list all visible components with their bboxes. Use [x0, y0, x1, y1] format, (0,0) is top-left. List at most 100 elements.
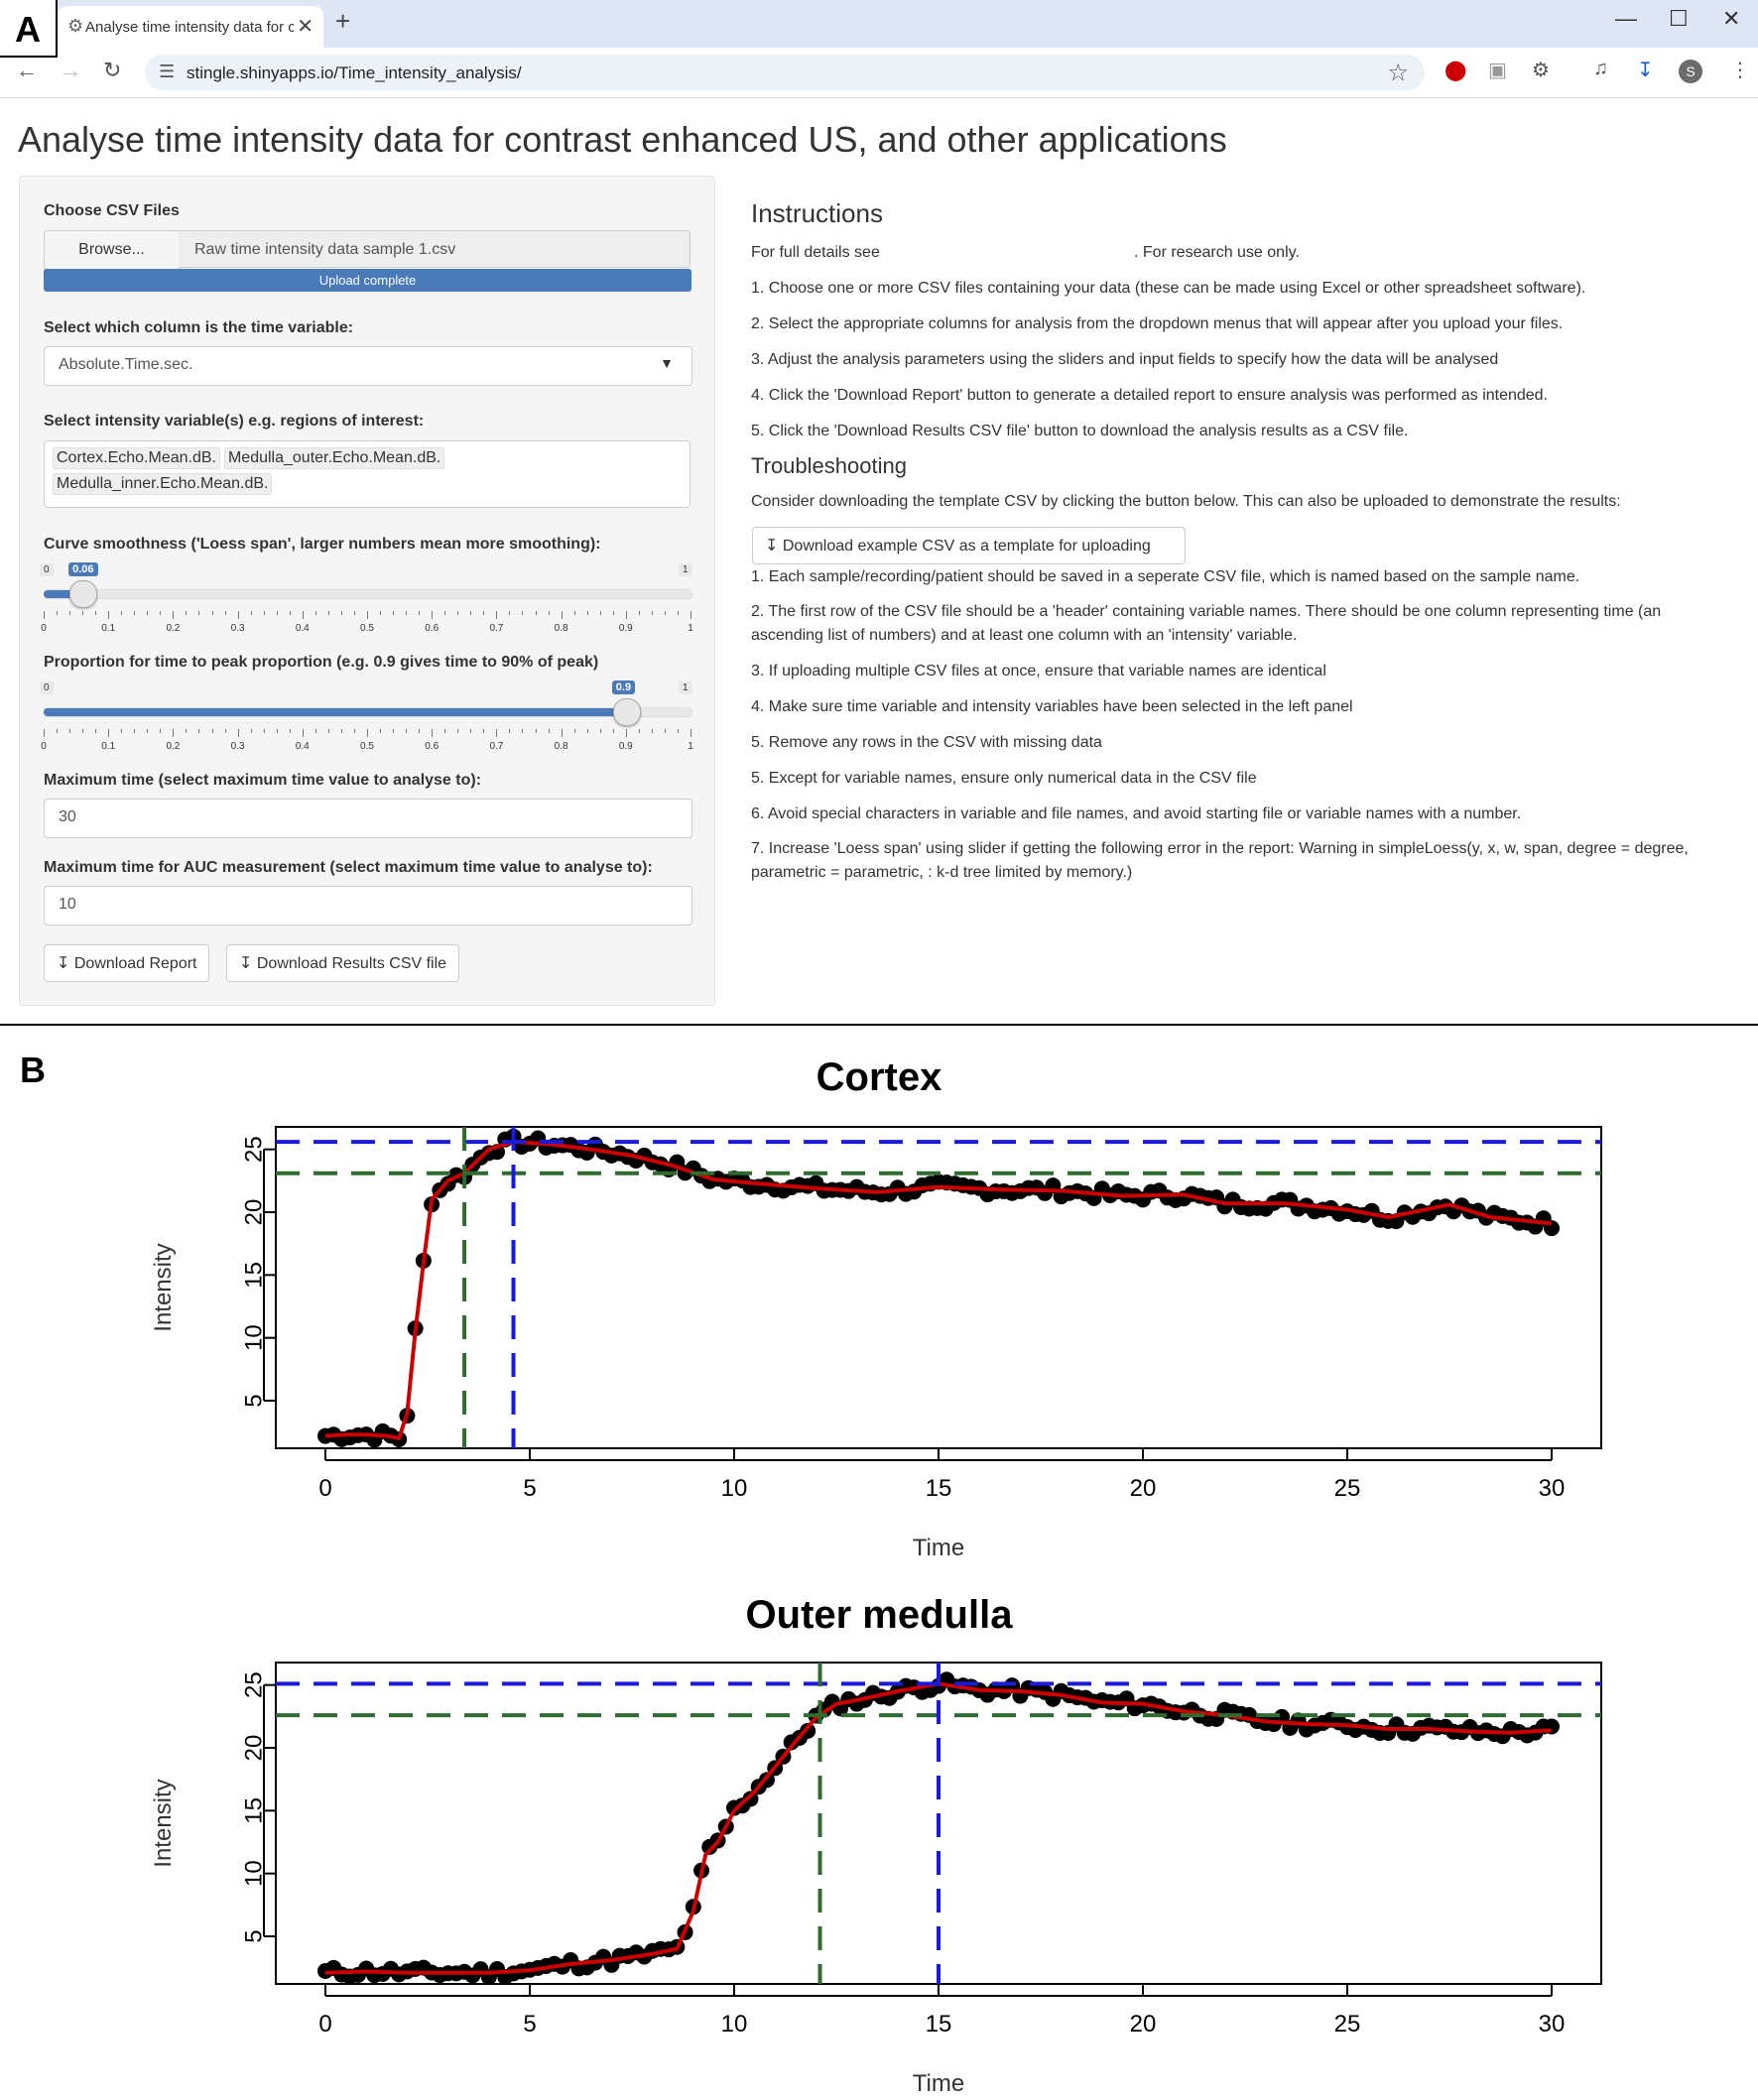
- slider-tick: [612, 611, 614, 615]
- slider-tick: [599, 611, 601, 615]
- download-csv-label: Download Results CSV file: [256, 955, 447, 972]
- slider-tick-label: 0.1: [101, 741, 116, 752]
- back-arrow-icon[interactable]: ←: [16, 58, 38, 83]
- intensity-tag[interactable]: Cortex.Echo.Mean.dB.: [53, 447, 220, 469]
- url-text: stingle.shinyapps.io/Time_intensity_anal…: [187, 63, 522, 82]
- media-queue-icon[interactable]: ♫: [1593, 58, 1608, 80]
- slider-tick: [677, 729, 679, 733]
- time-variable-select[interactable]: Absolute.Time.sec. ▼: [44, 346, 692, 386]
- smooth-slider-track[interactable]: [44, 589, 692, 599]
- auc-time-value: 10: [59, 896, 76, 913]
- x-axis-label: Time: [913, 2070, 964, 2097]
- slider-tick: [121, 729, 123, 733]
- full-details-suffix: . For research use only.: [1134, 244, 1300, 261]
- slider-tick: [599, 729, 601, 733]
- slider-tick: [121, 611, 123, 615]
- x-tick-label: 5: [523, 1475, 536, 1502]
- download-example-button[interactable]: ↧ Download example CSV as a template for…: [752, 527, 1186, 564]
- browse-button[interactable]: Browse...: [44, 230, 180, 270]
- max-time-input[interactable]: 30: [44, 799, 692, 838]
- slider-tick: [625, 611, 627, 619]
- slider-tick: [237, 611, 239, 619]
- slider-tick: [573, 611, 575, 615]
- close-tab-icon[interactable]: ✕: [297, 14, 314, 39]
- time-variable-label: Select which column is the time variable…: [44, 319, 354, 336]
- extensions-puzzle-icon[interactable]: ⚙: [1532, 58, 1550, 82]
- slider-tick: [612, 729, 614, 733]
- slider-tick: [69, 729, 71, 733]
- slider-tick: [147, 729, 149, 733]
- smooth-slider-ticks: 0 0.1 0.2 0.3 0.4 0.5 0.6 0.7 0.8 0.9 1: [41, 611, 693, 641]
- slider-tick: [340, 611, 342, 615]
- smooth-slider-handle[interactable]: [69, 580, 98, 608]
- intensity-tag[interactable]: Medulla_outer.Echo.Mean.dB.: [223, 447, 445, 469]
- download-icon: ↧: [239, 955, 253, 972]
- slider-tick: [573, 729, 575, 733]
- troubleshooting-heading: Troubleshooting: [751, 453, 907, 478]
- site-info-icon[interactable]: ☰: [159, 62, 175, 82]
- y-axis-label: Intensity: [150, 1243, 177, 1331]
- csv-label: Choose CSV Files: [44, 202, 180, 219]
- slider-tick: [664, 729, 666, 733]
- slider-tick: [548, 611, 550, 615]
- instruction-item: 2. Select the appropriate columns for an…: [751, 315, 1564, 332]
- troubleshooting-item: 4. Make sure time variable and intensity…: [751, 698, 1353, 715]
- slider-tick-label: 1: [688, 623, 693, 634]
- slider-tick-label: 0.7: [489, 741, 504, 752]
- profile-avatar[interactable]: S: [1679, 60, 1702, 83]
- slider-tick: [353, 611, 355, 615]
- smoothness-label: Curve smoothness ('Loess span', larger n…: [44, 536, 601, 553]
- slider-tick: [419, 729, 421, 733]
- extension-grey-icon[interactable]: ▣: [1488, 58, 1507, 82]
- smooth-slider-min: 0: [40, 563, 54, 576]
- chart-title-outer-medulla: Outer medulla: [745, 1593, 1013, 1637]
- peak-slider-min: 0: [40, 681, 54, 694]
- max-time-label: Maximum time (select maximum time value …: [44, 772, 482, 789]
- close-window-icon[interactable]: ✕: [1722, 6, 1740, 32]
- slider-tick-label: 0: [41, 623, 47, 634]
- slider-tick: [327, 729, 329, 733]
- slider-tick: [160, 611, 162, 615]
- download-report-button[interactable]: ↧ Download Report: [44, 944, 210, 982]
- download-icon[interactable]: ↧: [1637, 58, 1654, 82]
- dropdown-caret-icon: ▼: [660, 355, 674, 371]
- intensity-variable-label: Select intensity variable(s) e.g. region…: [44, 413, 425, 430]
- slider-tick: [263, 611, 265, 615]
- intensity-tag[interactable]: Medulla_inner.Echo.Mean.dB.: [53, 473, 273, 495]
- reload-icon[interactable]: ↻: [103, 58, 121, 83]
- x-tick-label: 0: [318, 2011, 331, 2038]
- slider-tick: [302, 611, 304, 619]
- download-csv-button[interactable]: ↧ Download Results CSV file: [226, 944, 460, 982]
- instruction-item: 5. Click the 'Download Results CSV file'…: [751, 423, 1409, 439]
- download-icon: ↧: [765, 538, 779, 555]
- slider-tick: [211, 729, 213, 733]
- forward-arrow-icon[interactable]: →: [60, 58, 81, 83]
- slider-tick: [314, 611, 316, 615]
- maximize-icon[interactable]: ☐: [1669, 6, 1689, 32]
- omnibox[interactable]: ☰ stingle.shinyapps.io/Time_intensity_an…: [145, 55, 1425, 90]
- slider-tick: [69, 611, 71, 615]
- slider-tick: [276, 729, 278, 733]
- slider-tick: [586, 729, 588, 733]
- extension-red-icon[interactable]: ⬤: [1444, 58, 1466, 82]
- minimize-icon[interactable]: —: [1615, 6, 1637, 32]
- slider-tick: [457, 729, 459, 733]
- slider-tick: [380, 611, 382, 615]
- slider-tick-label: 0.7: [489, 623, 504, 634]
- slider-tick: [173, 611, 175, 619]
- browser-tab[interactable]: ⚙ Analyse time intensity data for c ✕: [58, 6, 323, 48]
- auc-time-input[interactable]: 10: [44, 886, 692, 926]
- slider-tick: [522, 611, 524, 615]
- bookmark-star-icon[interactable]: ☆: [1387, 59, 1409, 87]
- x-tick-label: 20: [1130, 1475, 1157, 1502]
- x-tick-label: 25: [1334, 2011, 1361, 2038]
- peak-slider-handle[interactable]: [612, 698, 641, 726]
- slider-tick: [134, 729, 136, 733]
- intensity-variable-select[interactable]: Cortex.Echo.Mean.dB. Medulla_outer.Echo.M…: [44, 440, 691, 508]
- new-tab-button[interactable]: +: [335, 6, 350, 37]
- slider-tick: [677, 611, 679, 615]
- slider-tick: [160, 729, 162, 733]
- menu-kebab-icon[interactable]: ⋮: [1730, 58, 1750, 82]
- instruction-item: 3. Adjust the analysis parameters using …: [751, 351, 1499, 368]
- slider-tick: [276, 611, 278, 615]
